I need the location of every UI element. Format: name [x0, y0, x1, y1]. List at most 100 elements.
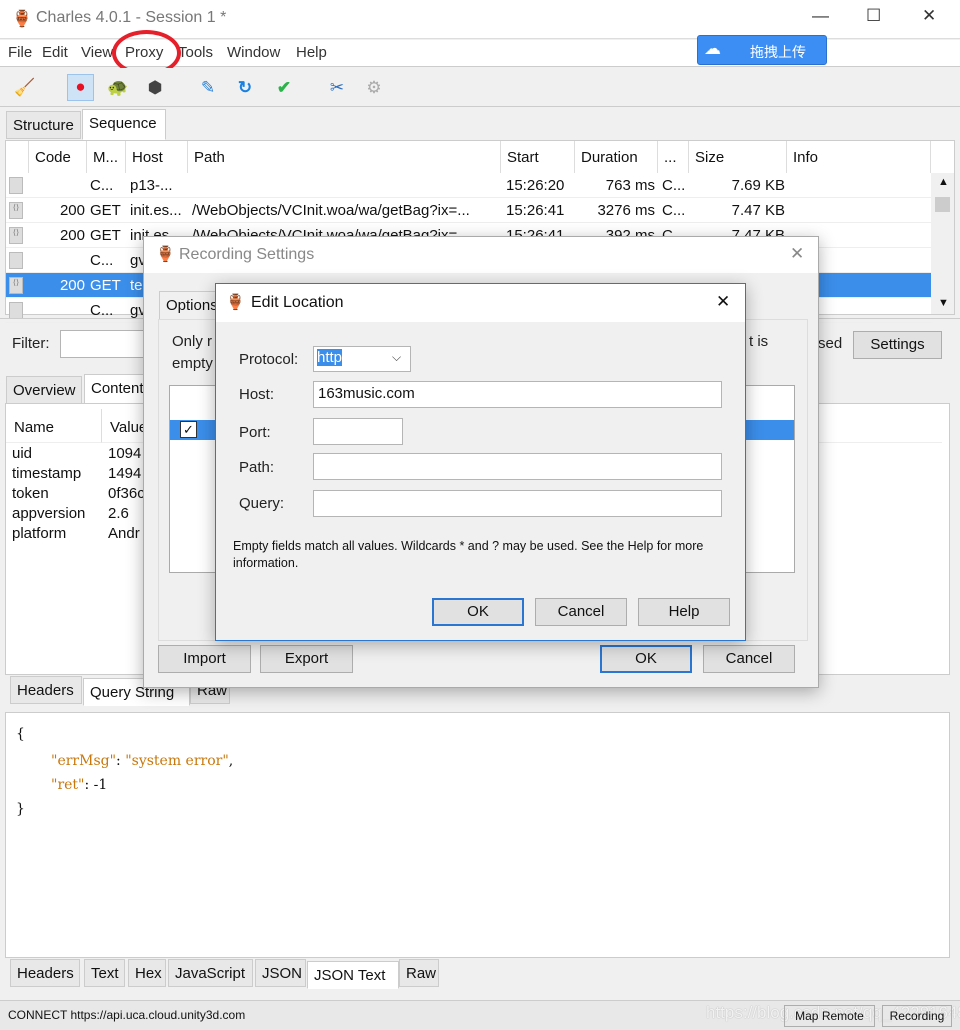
close-icon[interactable]: ✕: [790, 244, 804, 264]
settings-button[interactable]: Settings: [853, 331, 942, 359]
scroll-thumb[interactable]: [935, 197, 950, 212]
json-value: "system error": [125, 753, 229, 769]
record-icon[interactable]: ●: [67, 74, 94, 101]
charles-logo-icon: 🏺: [226, 294, 245, 311]
table-cell: 3276 ms: [597, 202, 655, 219]
tab-response-text[interactable]: Text: [84, 959, 125, 987]
tab-sequence[interactable]: Sequence: [82, 109, 166, 140]
filter-option-label: sed: [818, 335, 843, 352]
tab-response-headers[interactable]: Headers: [10, 959, 80, 987]
col-method[interactable]: M...: [87, 141, 126, 173]
status-bar: CONNECT https://api.uca.cloud.unity3d.co…: [0, 1000, 960, 1030]
tab-req-headers[interactable]: Headers: [10, 676, 82, 704]
port-input[interactable]: [313, 418, 403, 445]
maximize-button[interactable]: ☐: [866, 6, 881, 26]
validate-icon[interactable]: ✔: [272, 76, 296, 100]
protocol-select[interactable]: http ⌵: [313, 346, 411, 372]
param-value: 0f36c: [108, 485, 145, 502]
table-cell: init.es...: [130, 202, 182, 219]
close-button[interactable]: ✕: [922, 6, 936, 26]
window-title: Charles 4.0.1 - Session 1 *: [36, 9, 227, 26]
param-value: Andr: [108, 525, 140, 542]
dialog-title-bar: 🏺 Recording Settings ✕: [144, 237, 818, 273]
filter-label: Filter:: [12, 335, 50, 352]
table-row[interactable]: ⟨⟩ 200 GET init.es... /WebObjects/VCInit.woa…: [6, 198, 931, 223]
col-host[interactable]: Host: [126, 141, 188, 173]
menu-tools[interactable]: Tools: [178, 44, 213, 61]
toolbar: 🧹 ● 🐢 ⬢ ✎ ↻ ✔ ✂ ⚙: [0, 68, 960, 107]
minimize-button[interactable]: —: [812, 6, 829, 26]
cancel-button[interactable]: Cancel: [703, 645, 795, 673]
col-start[interactable]: Start: [501, 141, 575, 173]
path-input[interactable]: [313, 453, 722, 480]
tab-structure[interactable]: Structure: [6, 111, 81, 139]
json-key: "ret": [51, 777, 85, 793]
help-text: Empty fields match all values. Wildcards…: [233, 539, 704, 570]
param-value: 1494: [108, 465, 142, 482]
col-status[interactable]: ...: [658, 141, 689, 173]
tab-overview[interactable]: Overview: [6, 376, 82, 404]
breakpoint-icon[interactable]: ⬢: [143, 76, 167, 100]
map-remote-button[interactable]: Map Remote: [784, 1005, 875, 1027]
menu-view[interactable]: View: [81, 44, 113, 61]
compose-icon[interactable]: ✎: [196, 76, 220, 100]
repeat-icon[interactable]: ↻: [233, 76, 257, 100]
col-code[interactable]: Code: [29, 141, 87, 173]
table-cell: 200: [59, 277, 85, 294]
menu-window[interactable]: Window: [227, 44, 280, 61]
col-size[interactable]: Size: [689, 141, 787, 173]
menu-edit[interactable]: Edit: [42, 44, 68, 61]
lock-icon: [9, 252, 23, 269]
tab-response-hex[interactable]: Hex: [128, 959, 166, 987]
host-input[interactable]: 163music.com: [313, 381, 722, 408]
dialog-title-bar: 🏺 Edit Location ✕: [216, 284, 745, 322]
enabled-checkbox[interactable]: ✓: [180, 421, 197, 438]
document-icon: ⟨⟩: [9, 202, 23, 219]
query-input[interactable]: [313, 490, 722, 517]
col-path[interactable]: Path: [188, 141, 501, 173]
table-cell: C...: [90, 302, 114, 319]
menu-help[interactable]: Help: [296, 44, 327, 61]
ok-button[interactable]: OK: [600, 645, 692, 673]
export-button[interactable]: Export: [260, 645, 353, 673]
table-cell: GET: [90, 227, 121, 244]
col-duration[interactable]: Duration: [575, 141, 658, 173]
col-info[interactable]: Info: [787, 141, 931, 173]
scroll-down-icon[interactable]: ▼: [938, 297, 949, 309]
help-button[interactable]: Help: [638, 598, 730, 626]
tab-response-javascript[interactable]: JavaScript: [168, 959, 253, 987]
chevron-down-icon: ⌵: [392, 350, 402, 364]
json-key: "errMsg": [51, 753, 117, 769]
tools-icon[interactable]: ✂: [325, 76, 349, 100]
scrollbar[interactable]: ▲ ▼: [931, 173, 954, 314]
ok-button[interactable]: OK: [432, 598, 524, 626]
table-cell: C...: [90, 252, 114, 269]
lock-icon: [9, 177, 23, 194]
menu-file[interactable]: File: [8, 44, 32, 61]
dialog-title: Edit Location: [251, 294, 344, 311]
recording-button[interactable]: Recording: [882, 1005, 952, 1027]
charles-logo-icon: 🏺: [156, 246, 175, 263]
param-name: timestamp: [12, 465, 82, 482]
document-icon: ⟨⟩: [9, 277, 23, 294]
table-row[interactable]: C... p13-... 15:26:20 763 ms C... 7.69 KB: [6, 173, 931, 198]
upload-button[interactable]: ☁ 拖拽上传: [697, 35, 827, 65]
lock-icon: [9, 302, 23, 319]
tab-response-raw[interactable]: Raw: [399, 959, 439, 987]
param-value: 2.6: [108, 505, 129, 522]
table-cell: 15:26:20: [506, 177, 565, 194]
settings-icon[interactable]: ⚙: [362, 76, 386, 100]
throttle-icon[interactable]: 🐢: [106, 76, 130, 100]
path-label: Path:: [239, 459, 275, 476]
scroll-up-icon[interactable]: ▲: [938, 176, 949, 188]
options-text: t is: [749, 333, 769, 350]
cancel-button[interactable]: Cancel: [535, 598, 627, 626]
import-button[interactable]: Import: [158, 645, 251, 673]
charles-logo-icon: 🏺: [12, 11, 32, 28]
tab-response-json-text[interactable]: JSON Text: [307, 961, 399, 989]
close-icon[interactable]: ✕: [716, 292, 730, 312]
tab-response-json[interactable]: JSON: [255, 959, 306, 987]
table-cell: 15:26:41: [506, 202, 565, 219]
document-icon: ⟨⟩: [9, 227, 23, 244]
broom-icon[interactable]: 🧹: [13, 76, 37, 100]
